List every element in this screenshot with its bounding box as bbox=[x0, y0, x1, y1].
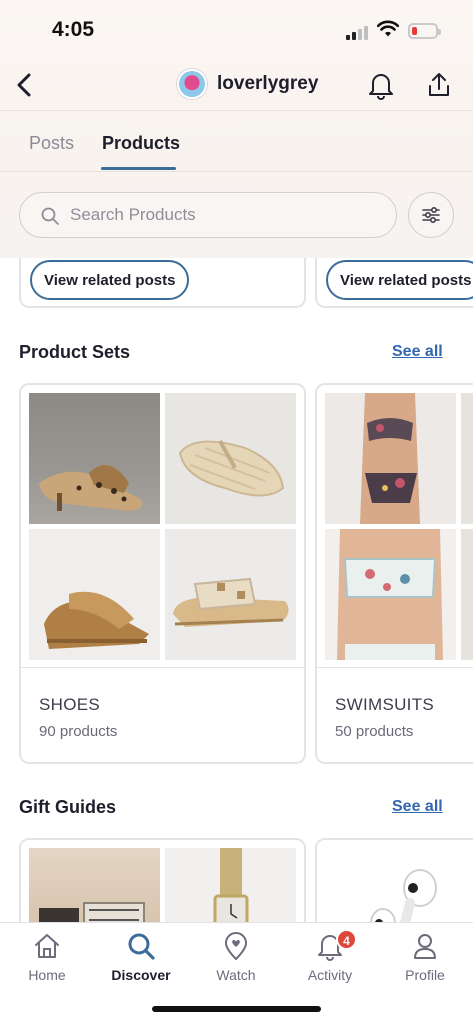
nav-item-home[interactable]: Home bbox=[7, 931, 87, 983]
see-all-product-sets-link[interactable]: See all bbox=[392, 343, 443, 361]
divider bbox=[0, 171, 473, 172]
nav-label: Discover bbox=[111, 967, 171, 983]
view-related-posts-button[interactable]: View related posts bbox=[326, 260, 473, 300]
tab-products[interactable]: Products bbox=[102, 133, 180, 154]
filter-button[interactable] bbox=[408, 192, 454, 238]
divider bbox=[317, 667, 473, 668]
cellular-signal-icon bbox=[346, 24, 372, 40]
profile-link[interactable]: loverlygrey bbox=[177, 69, 318, 99]
username: loverlygrey bbox=[217, 73, 319, 94]
nav-item-watch[interactable]: Watch bbox=[196, 931, 276, 983]
notifications-button[interactable] bbox=[367, 70, 395, 100]
wedge-sandal-image bbox=[44, 591, 149, 649]
nav-item-profile[interactable]: Profile bbox=[385, 931, 465, 983]
product-set-name: SHOES bbox=[39, 695, 101, 714]
watch-icon bbox=[225, 932, 247, 960]
post-card: View related posts bbox=[19, 258, 306, 308]
product-image bbox=[165, 393, 296, 524]
divider bbox=[21, 667, 304, 668]
share-button[interactable] bbox=[425, 70, 453, 100]
product-image bbox=[165, 529, 296, 660]
chevron-left-icon bbox=[17, 73, 31, 97]
nav-label: Home bbox=[28, 967, 66, 983]
see-all-gift-guides-link[interactable]: See all bbox=[392, 798, 443, 816]
bandeau-bikini-image bbox=[337, 529, 443, 660]
section-title-gift-guides: Gift Guides bbox=[19, 797, 117, 817]
product-image bbox=[29, 393, 160, 524]
home-icon bbox=[35, 934, 59, 958]
nav-item-activity[interactable]: 4 Activity bbox=[290, 929, 370, 983]
product-set-card-shoes[interactable]: SHOES 90 products bbox=[19, 383, 306, 764]
product-image bbox=[461, 529, 473, 660]
tab-posts[interactable]: Posts bbox=[29, 133, 74, 154]
wifi-icon bbox=[377, 20, 399, 37]
search-icon bbox=[128, 933, 155, 960]
buckle-sandal-image bbox=[173, 577, 289, 627]
nav-label: Activity bbox=[307, 967, 353, 983]
bell-icon bbox=[369, 74, 393, 100]
nav-item-discover[interactable]: Discover bbox=[101, 931, 181, 983]
profile-header: loverlygrey bbox=[0, 60, 473, 110]
floral-bikini-image bbox=[360, 393, 420, 524]
product-set-card-swimsuits[interactable]: SWIMSUITS 50 products bbox=[315, 383, 473, 764]
battery-icon bbox=[408, 23, 441, 39]
product-image bbox=[461, 393, 473, 524]
status-time: 4:05 bbox=[52, 18, 95, 41]
product-set-count: 90 products bbox=[39, 723, 118, 740]
profile-icon bbox=[414, 934, 436, 959]
status-bar: 4:05 bbox=[0, 0, 473, 60]
avatar bbox=[177, 69, 207, 99]
active-tab-indicator bbox=[101, 167, 176, 170]
notification-badge: 4 bbox=[336, 929, 357, 950]
product-image bbox=[325, 529, 456, 660]
search-input[interactable] bbox=[70, 193, 380, 236]
product-image bbox=[325, 393, 456, 524]
nav-label: Watch bbox=[216, 967, 256, 983]
post-card: View related posts bbox=[315, 258, 473, 308]
product-set-name: SWIMSUITS bbox=[335, 695, 435, 714]
product-image bbox=[29, 529, 160, 660]
share-icon bbox=[429, 73, 449, 96]
woven-flat-image bbox=[178, 440, 285, 497]
search-icon bbox=[41, 207, 59, 225]
home-indicator bbox=[152, 1006, 321, 1012]
back-button[interactable] bbox=[8, 68, 40, 102]
view-related-posts-button[interactable]: View related posts bbox=[30, 260, 190, 300]
tab-bar: Posts Products bbox=[0, 111, 473, 171]
section-title-product-sets: Product Sets bbox=[19, 342, 131, 362]
leopard-mule-image bbox=[39, 465, 143, 511]
product-set-count: 50 products bbox=[335, 723, 414, 740]
search-bar[interactable] bbox=[19, 192, 397, 238]
nav-label: Profile bbox=[405, 967, 445, 983]
sliders-icon bbox=[422, 206, 440, 224]
